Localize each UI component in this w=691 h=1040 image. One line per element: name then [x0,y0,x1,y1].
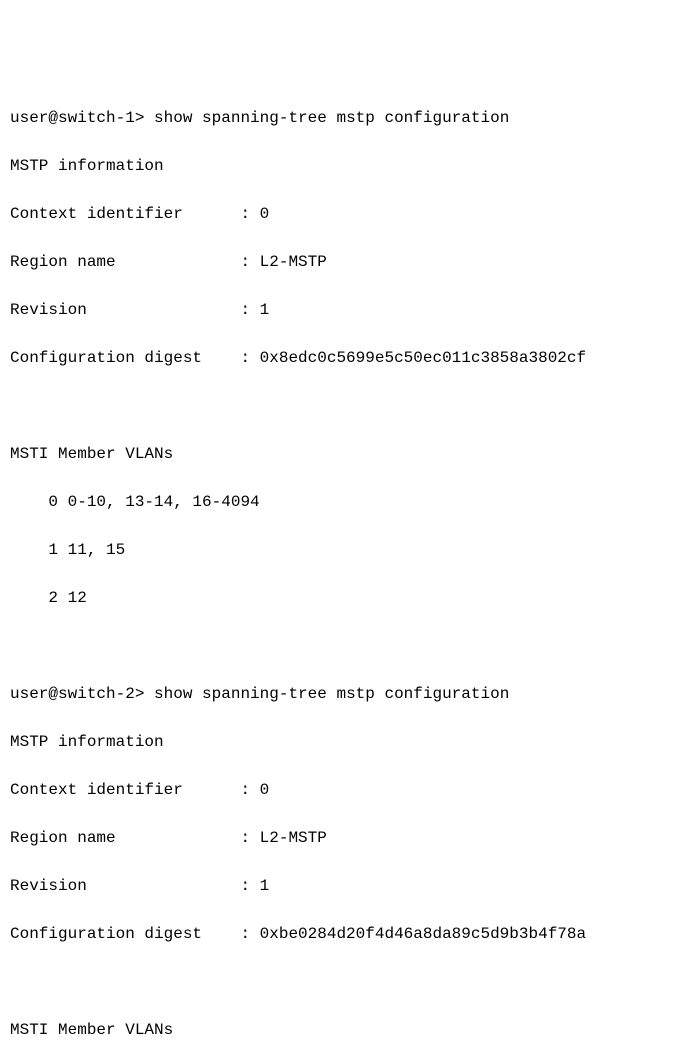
revision-row-2: Revision: 1 [10,874,681,898]
prompt-1: user@switch-1> [10,109,154,127]
region-name-row-1: Region name: L2-MSTP [10,250,681,274]
context-identifier-row-2: Context identifier: 0 [10,778,681,802]
blank-line [10,970,681,994]
separator: : [240,826,259,850]
context-identifier-value-1: 0 [260,202,270,226]
region-name-row-2: Region name: L2-MSTP [10,826,681,850]
region-name-label-1: Region name [10,250,240,274]
config-digest-label-2: Configuration digest [10,922,240,946]
msti-row-1-1: 1 11, 15 [10,538,681,562]
cli-prompt-line-2: user@switch-2> show spanning-tree mstp c… [10,682,681,706]
cli-prompt-line-1: user@switch-1> show spanning-tree mstp c… [10,106,681,130]
separator: : [240,250,259,274]
msti-header-2: MSTI Member VLANs [10,1018,681,1040]
config-digest-row-1: Configuration digest: 0x8edc0c5699e5c50e… [10,346,681,370]
mstp-info-header-2: MSTP information [10,730,681,754]
revision-label-2: Revision [10,874,240,898]
prompt-2: user@switch-2> [10,685,154,703]
separator: : [240,202,259,226]
separator: : [240,778,259,802]
config-digest-label-1: Configuration digest [10,346,240,370]
separator: : [240,874,259,898]
blank-line [10,394,681,418]
region-name-label-2: Region name [10,826,240,850]
separator: : [240,922,259,946]
msti-header-1: MSTI Member VLANs [10,442,681,466]
context-identifier-row-1: Context identifier: 0 [10,202,681,226]
context-identifier-label-2: Context identifier [10,778,240,802]
context-identifier-label-1: Context identifier [10,202,240,226]
separator: : [240,346,259,370]
region-name-value-2: L2-MSTP [260,826,327,850]
revision-label-1: Revision [10,298,240,322]
mstp-info-header-1: MSTP information [10,154,681,178]
config-digest-value-2: 0xbe0284d20f4d46a8da89c5d9b3b4f78a [260,922,586,946]
region-name-value-1: L2-MSTP [260,250,327,274]
blank-line [10,634,681,658]
separator: : [240,298,259,322]
context-identifier-value-2: 0 [260,778,270,802]
config-digest-row-2: Configuration digest: 0xbe0284d20f4d46a8… [10,922,681,946]
command-1: show spanning-tree mstp configuration [154,109,509,127]
config-digest-value-1: 0x8edc0c5699e5c50ec011c3858a3802cf [260,346,586,370]
revision-value-1: 1 [260,298,270,322]
revision-row-1: Revision: 1 [10,298,681,322]
command-2: show spanning-tree mstp configuration [154,685,509,703]
revision-value-2: 1 [260,874,270,898]
msti-row-1-2: 2 12 [10,586,681,610]
msti-row-1-0: 0 0-10, 13-14, 16-4094 [10,490,681,514]
